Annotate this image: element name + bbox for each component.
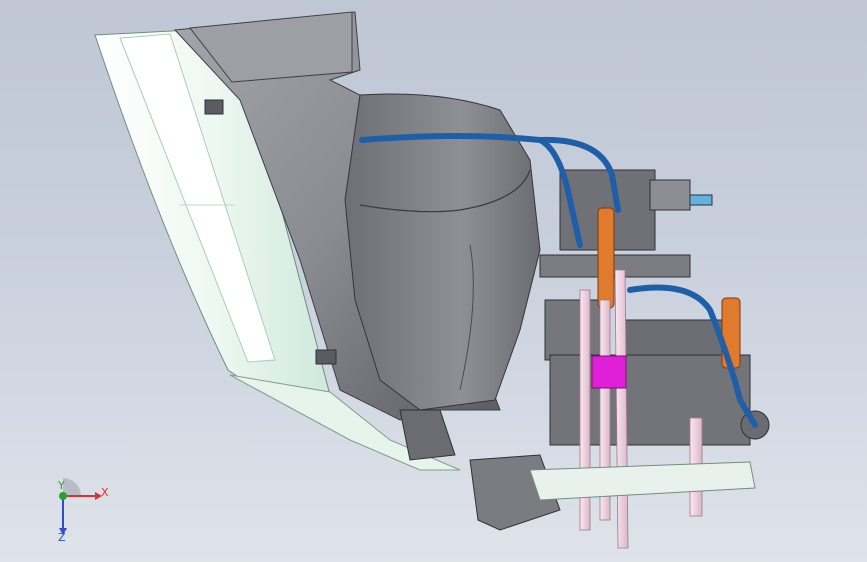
- y-axis-label: Y: [58, 479, 65, 492]
- headlamp-assembly-model[interactable]: [0, 0, 867, 562]
- magenta-clip[interactable]: [591, 355, 627, 389]
- cad-viewport[interactable]: X Y Z: [0, 0, 867, 562]
- y-axis-dot-icon: [59, 492, 67, 500]
- x-axis-label: X: [101, 486, 109, 499]
- z-axis-label: Z: [58, 531, 66, 544]
